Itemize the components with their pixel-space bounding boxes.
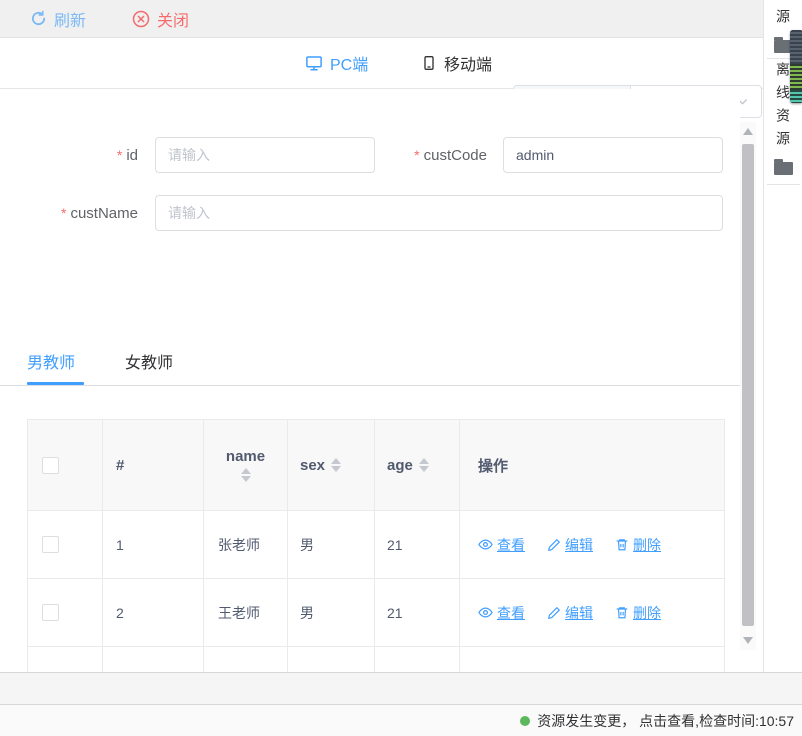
delete-link[interactable]: 删除 <box>615 603 661 623</box>
header-checkbox-cell <box>28 420 103 510</box>
cell-name: 张老师 <box>204 511 288 578</box>
trash-icon <box>615 605 629 620</box>
sort-icon[interactable] <box>331 458 341 472</box>
pencil-icon <box>547 606 561 620</box>
close-label: 关闭 <box>157 7 189 31</box>
app-window: 刷新 关闭 PC端 移动端 <box>0 0 802 736</box>
row-checkbox[interactable] <box>42 604 59 621</box>
tabs-divider <box>0 385 740 386</box>
monitor-icon <box>305 54 323 72</box>
required-asterisk: * <box>414 147 419 163</box>
custcode-field-label: *custCode <box>380 137 487 174</box>
sort-icon[interactable] <box>419 458 429 472</box>
view-link[interactable]: 查看 <box>478 535 525 555</box>
content-scrollbar[interactable] <box>740 122 756 650</box>
delete-link[interactable]: 删除 <box>615 535 661 555</box>
cell-index: 3 <box>103 647 204 672</box>
teacher-table: # name sex age 操作 1 张老师 <box>27 419 725 672</box>
select-all-checkbox[interactable] <box>42 457 59 474</box>
footer-spacer-band <box>0 672 802 705</box>
eye-icon <box>478 537 493 552</box>
close-button[interactable]: 关闭 <box>132 7 189 31</box>
status-dot-icon <box>520 716 530 726</box>
cell-index: 1 <box>103 511 204 578</box>
close-circle-icon <box>132 10 150 28</box>
tab-mobile[interactable]: 移动端 <box>421 38 492 88</box>
edit-link[interactable]: 编辑 <box>547 603 593 623</box>
cell-sex: 男 <box>288 647 375 672</box>
tab-female-teacher[interactable]: 女教师 <box>125 349 173 373</box>
cell-name: 李老师 <box>204 647 288 672</box>
edit-link[interactable]: 编辑 <box>547 535 593 555</box>
right-side-panel: 播源 离线资源 <box>763 0 802 672</box>
tab-pc-label: PC端 <box>330 51 368 75</box>
status-message[interactable]: 资源发生变更， 点击查看,检查时间:10:57 <box>537 711 794 731</box>
table-row: 3 李老师 男 23 查看 编辑 删除 <box>28 646 724 672</box>
tab-pc[interactable]: PC端 <box>305 38 368 88</box>
refresh-label: 刷新 <box>54 7 86 31</box>
tab-mobile-label: 移动端 <box>444 51 492 75</box>
scroll-up-arrow[interactable] <box>743 128 753 135</box>
view-link[interactable]: 查看 <box>478 603 525 623</box>
cell-name: 王老师 <box>204 579 288 646</box>
required-asterisk: * <box>61 205 66 221</box>
header-index: # <box>103 420 204 510</box>
custname-field-label: *custName <box>0 195 138 232</box>
cell-actions: 查看 编辑 删除 <box>460 579 722 646</box>
top-toolbar: 刷新 关闭 <box>0 0 763 38</box>
status-bar: 资源发生变更， 点击查看,检查时间:10:57 <box>0 705 802 736</box>
required-asterisk: * <box>117 147 122 163</box>
refresh-button[interactable]: 刷新 <box>30 7 86 31</box>
trash-icon <box>615 537 629 552</box>
scrollbar-thumb[interactable] <box>742 144 754 626</box>
cell-age: 21 <box>375 511 460 578</box>
header-actions: 操作 <box>460 420 722 510</box>
header-sex[interactable]: sex <box>288 420 375 510</box>
teacher-tabs: 男教师 女教师 <box>0 349 740 387</box>
folder-icon <box>774 162 793 175</box>
eye-icon <box>478 605 493 620</box>
id-input[interactable] <box>155 137 375 173</box>
id-field-label: *id <box>0 137 138 174</box>
cell-age: 23 <box>375 647 460 672</box>
pencil-icon <box>547 538 561 552</box>
mobile-icon <box>421 54 437 72</box>
header-age[interactable]: age <box>375 420 460 510</box>
refresh-icon <box>30 10 47 27</box>
row-checkbox[interactable] <box>42 536 59 553</box>
header-name[interactable]: name <box>204 420 288 510</box>
sort-icon[interactable] <box>241 468 251 482</box>
panel-scrollbar-thumb[interactable] <box>790 30 802 103</box>
table-row: 1 张老师 男 21 查看 编辑 删除 <box>28 510 724 578</box>
tab-male-teacher[interactable]: 男教师 <box>27 349 75 373</box>
view-tabbar: PC端 移动端 状态 新增 <box>0 38 763 89</box>
scroll-down-arrow[interactable] <box>743 637 753 644</box>
table-header-row: # name sex age 操作 <box>28 420 724 510</box>
side-item-label: 播源 <box>773 0 793 32</box>
panel-divider <box>767 184 800 185</box>
table-row: 2 王老师 男 21 查看 编辑 删除 <box>28 578 724 646</box>
cell-sex: 男 <box>288 511 375 578</box>
cell-actions: 查看 编辑 删除 <box>460 511 722 578</box>
custname-input[interactable] <box>155 195 723 231</box>
cell-sex: 男 <box>288 579 375 646</box>
cell-actions: 查看 编辑 删除 <box>460 647 722 672</box>
custcode-input[interactable] <box>503 137 723 173</box>
main-content: *id *custCode *custName 男教师 女教师 # <box>0 89 740 672</box>
cell-age: 21 <box>375 579 460 646</box>
cell-index: 2 <box>103 579 204 646</box>
